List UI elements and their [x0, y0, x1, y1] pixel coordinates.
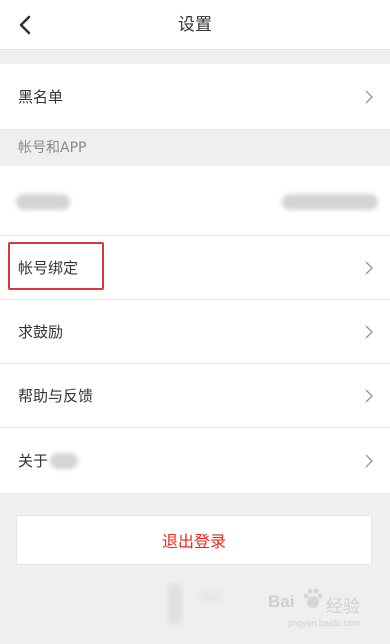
logout-button[interactable]: 退出登录	[16, 515, 372, 565]
menu-item-label: 关于	[18, 452, 49, 470]
section-header-label: 帐号和APP	[18, 140, 87, 156]
blurred-footer-block	[168, 584, 182, 624]
blurred-app-name	[50, 453, 78, 469]
menu-item-help-feedback[interactable]: 帮助与反馈	[0, 364, 390, 428]
blurred-footer-block	[200, 592, 222, 602]
menu-item-blacklist[interactable]: 黑名单	[0, 64, 390, 130]
menu-item-label: 黑名单	[18, 88, 64, 106]
account-info-row	[0, 166, 390, 236]
blurred-account-id	[282, 194, 378, 210]
baidu-paw-icon	[303, 588, 323, 608]
menu-item-label: 帮助与反馈	[18, 387, 94, 405]
chevron-right-icon	[365, 325, 373, 339]
watermark-text: Bai	[268, 592, 295, 611]
chevron-right-icon	[365, 454, 373, 468]
menu-item-account-binding[interactable]: 帐号绑定	[0, 236, 390, 300]
chevron-right-icon	[365, 261, 373, 275]
menu-item-label: 帐号绑定	[18, 259, 79, 277]
watermark-sub: jingyan.baidu.com	[288, 618, 361, 628]
chevron-right-icon	[365, 389, 373, 403]
blurred-account-name	[16, 194, 70, 210]
menu-item-label: 求鼓励	[18, 323, 64, 341]
watermark-text-2: 经验	[326, 597, 360, 617]
menu-item-about[interactable]: 关于	[0, 428, 390, 494]
header-bar: 设置	[0, 0, 390, 50]
page-title: 设置	[178, 15, 212, 35]
spacer	[0, 50, 390, 64]
menu-item-encourage[interactable]: 求鼓励	[0, 300, 390, 364]
chevron-right-icon	[365, 90, 373, 104]
section-header: 帐号和APP	[0, 130, 390, 166]
